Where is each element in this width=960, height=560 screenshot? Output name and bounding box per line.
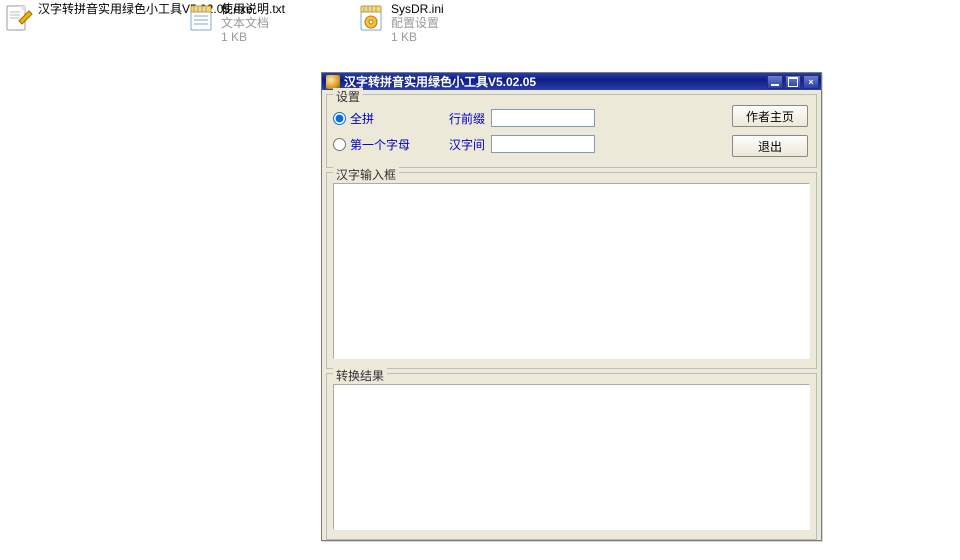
radio-first-letter[interactable]: 第一个字母 bbox=[333, 136, 443, 153]
prefix-label: 行前缀 bbox=[443, 110, 485, 127]
settings-group: 设置 全拼 行前缀 第一个字母 汉字间 bbox=[326, 94, 817, 168]
ini-config-icon bbox=[355, 2, 387, 34]
input-group: 汉字输入框 bbox=[326, 172, 817, 369]
input-legend: 汉字输入框 bbox=[333, 166, 399, 183]
radio-full-input[interactable] bbox=[333, 112, 346, 125]
separator-label: 汉字间 bbox=[443, 136, 485, 153]
close-button[interactable]: × bbox=[803, 75, 819, 89]
icon-ini-size: 1 KB bbox=[391, 30, 444, 44]
app-window: 汉字转拼音实用绿色小工具V5.02.05 × 设置 全拼 行前缀 bbox=[321, 72, 822, 541]
icon-txt-name: 使用说明.txt bbox=[221, 2, 285, 16]
author-homepage-button[interactable]: 作者主页 bbox=[732, 105, 808, 127]
icon-txt-size: 1 KB bbox=[221, 30, 285, 44]
output-group: 转换结果 bbox=[326, 373, 817, 540]
separator-input[interactable] bbox=[491, 135, 595, 153]
titlebar[interactable]: 汉字转拼音实用绿色小工具V5.02.05 × bbox=[322, 73, 821, 90]
output-legend: 转换结果 bbox=[333, 367, 387, 384]
desktop-icon-ini[interactable]: SysDR.ini 配置设置 1 KB bbox=[355, 2, 444, 44]
exe-document-icon bbox=[2, 2, 34, 34]
prefix-input[interactable] bbox=[491, 109, 595, 127]
icon-ini-type: 配置设置 bbox=[391, 16, 444, 30]
exit-button[interactable]: 退出 bbox=[732, 135, 808, 157]
hanzi-input[interactable] bbox=[333, 183, 810, 359]
radio-full-pinyin[interactable]: 全拼 bbox=[333, 110, 443, 127]
radio-first-input[interactable] bbox=[333, 138, 346, 151]
desktop-icon-txt[interactable]: 使用说明.txt 文本文档 1 KB bbox=[185, 2, 285, 44]
maximize-button[interactable] bbox=[785, 75, 801, 89]
settings-legend: 设置 bbox=[333, 88, 363, 105]
result-output[interactable] bbox=[333, 384, 810, 530]
icon-txt-type: 文本文档 bbox=[221, 16, 285, 30]
radio-full-label: 全拼 bbox=[350, 110, 374, 127]
radio-first-label: 第一个字母 bbox=[350, 136, 410, 153]
window-title: 汉字转拼音实用绿色小工具V5.02.05 bbox=[344, 73, 763, 90]
icon-ini-name: SysDR.ini bbox=[391, 2, 444, 16]
minimize-button[interactable] bbox=[767, 75, 783, 89]
app-icon bbox=[326, 75, 340, 89]
notepad-icon bbox=[185, 2, 217, 34]
